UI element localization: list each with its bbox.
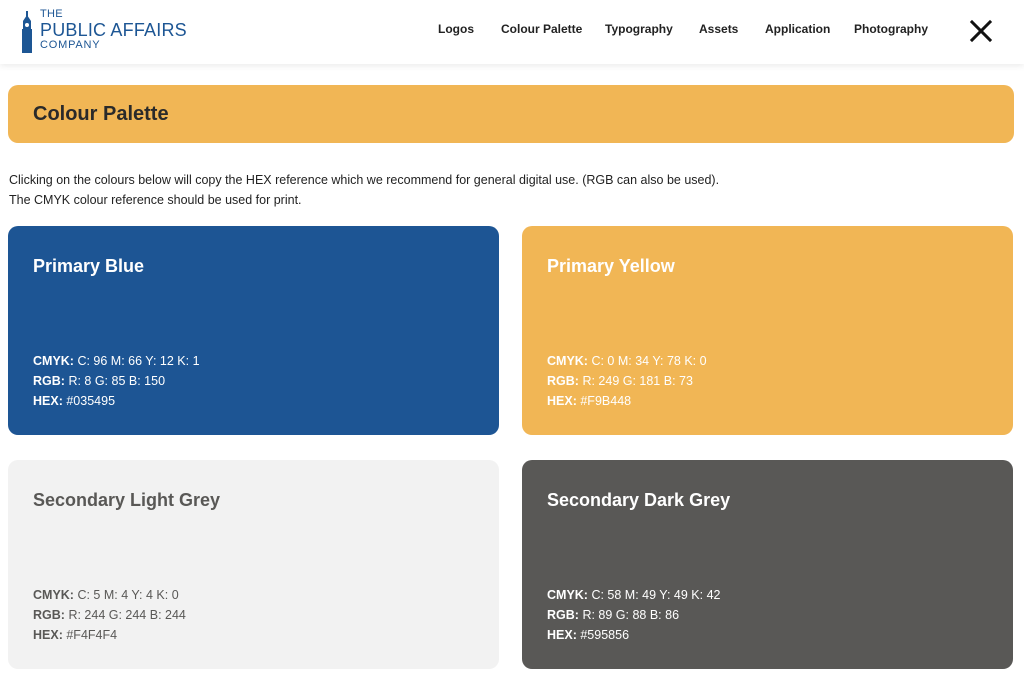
swatch-specs: CMYK: C: 0 M: 34 Y: 78 K: 0 RGB: R: 249 … [547,351,707,411]
nav-assets[interactable]: Assets [699,22,738,36]
rgb-value: R: 8 G: 85 B: 150 [68,374,166,388]
rgb-row: RGB: R: 8 G: 85 B: 150 [33,371,200,391]
nav-photography[interactable]: Photography [854,22,928,36]
cmyk-row: CMYK: C: 96 M: 66 Y: 12 K: 1 [33,351,200,371]
rgb-row: RGB: R: 89 G: 88 B: 86 [547,605,720,625]
company-logo[interactable]: THE PUBLIC AFFAIRS COMPANY [20,9,187,53]
cmyk-label: CMYK: [33,588,74,602]
cmyk-label: CMYK: [547,354,588,368]
nav-typography[interactable]: Typography [605,22,673,36]
nav-logos[interactable]: Logos [438,22,474,36]
cmyk-row: CMYK: C: 58 M: 49 Y: 49 K: 42 [547,585,720,605]
nav-application[interactable]: Application [765,22,830,36]
cmyk-value: C: 5 M: 4 Y: 4 K: 0 [77,588,179,602]
hex-row: HEX: #595856 [547,625,720,645]
cmyk-value: C: 58 M: 49 Y: 49 K: 42 [591,588,721,602]
hex-value: #F4F4F4 [66,628,118,642]
big-ben-icon [22,11,32,53]
cmyk-value: C: 96 M: 66 Y: 12 K: 1 [77,354,200,368]
swatch-card-primary-blue[interactable]: Primary Blue CMYK: C: 96 M: 66 Y: 12 K: … [8,226,499,435]
hex-row: HEX: #F4F4F4 [33,625,186,645]
rgb-value: R: 244 G: 244 B: 244 [68,608,186,622]
rgb-label: RGB: [33,374,65,388]
hex-value: #595856 [580,628,630,642]
swatch-specs: CMYK: C: 96 M: 66 Y: 12 K: 1 RGB: R: 8 G… [33,351,200,411]
logo-wordmark: THE PUBLIC AFFAIRS COMPANY [40,9,187,51]
logo-line-3: COMPANY [40,39,101,51]
swatch-specs: CMYK: C: 5 M: 4 Y: 4 K: 0 RGB: R: 244 G:… [33,585,186,645]
swatch-name: Primary Yellow [547,256,675,276]
hex-row: HEX: #F9B448 [547,391,707,411]
logo-line-2: PUBLIC AFFAIRS [40,20,187,40]
logo-line-1: THE [40,8,63,20]
hex-value: #035495 [66,394,116,408]
swatch-name: Secondary Light Grey [33,490,221,510]
rgb-label: RGB: [547,608,579,622]
close-icon[interactable] [967,17,995,45]
swatch-card-secondary-dark-grey[interactable]: Secondary Dark Grey CMYK: C: 58 M: 49 Y:… [522,460,1013,669]
hex-label: HEX: [547,394,577,408]
hex-value: #F9B448 [580,394,632,408]
top-bar: THE PUBLIC AFFAIRS COMPANY Logos Colour … [0,0,1024,64]
hex-row: HEX: #035495 [33,391,200,411]
cmyk-label: CMYK: [33,354,74,368]
intro-text: Clicking on the colours below will copy … [9,170,719,210]
cmyk-label: CMYK: [547,588,588,602]
cmyk-row: CMYK: C: 5 M: 4 Y: 4 K: 0 [33,585,186,605]
page-title-banner: Colour Palette [8,85,1014,143]
intro-line-1: Clicking on the colours below will copy … [9,173,720,187]
swatch-name: Secondary Dark Grey [547,490,731,510]
cmyk-row: CMYK: C: 0 M: 34 Y: 78 K: 0 [547,351,707,371]
cmyk-value: C: 0 M: 34 Y: 78 K: 0 [591,354,707,368]
rgb-row: RGB: R: 249 G: 181 B: 73 [547,371,707,391]
swatch-card-secondary-light-grey[interactable]: Secondary Light Grey CMYK: C: 5 M: 4 Y: … [8,460,499,669]
swatch-name: Primary Blue [33,256,145,276]
rgb-value: R: 89 G: 88 B: 86 [582,608,680,622]
rgb-row: RGB: R: 244 G: 244 B: 244 [33,605,186,625]
hex-label: HEX: [33,394,63,408]
intro-line-2: The CMYK colour reference should be used… [9,193,302,207]
hex-label: HEX: [33,628,63,642]
rgb-value: R: 249 G: 181 B: 73 [582,374,693,388]
nav-colour-palette[interactable]: Colour Palette [501,22,582,36]
swatch-card-primary-yellow[interactable]: Primary Yellow CMYK: C: 0 M: 34 Y: 78 K:… [522,226,1013,435]
swatch-specs: CMYK: C: 58 M: 49 Y: 49 K: 42 RGB: R: 89… [547,585,720,645]
rgb-label: RGB: [33,608,65,622]
page-title: Colour Palette [33,103,169,125]
hex-label: HEX: [547,628,577,642]
rgb-label: RGB: [547,374,579,388]
